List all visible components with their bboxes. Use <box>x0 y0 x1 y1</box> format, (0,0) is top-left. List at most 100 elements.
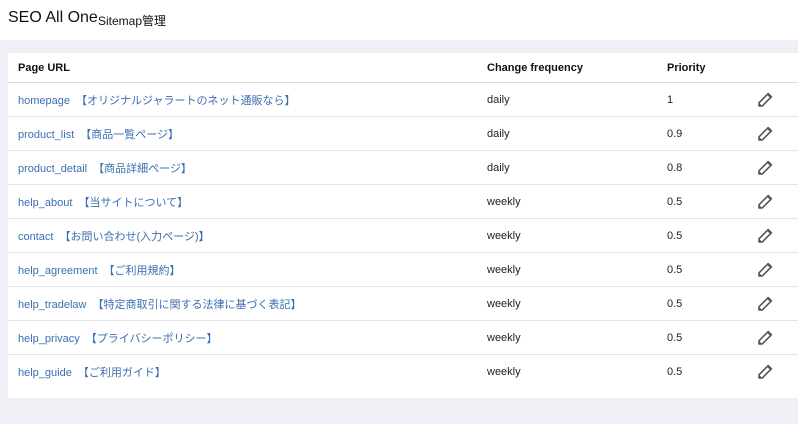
priority-cell: 0.5 <box>667 252 755 287</box>
page-url-cell: help_tradelaw 【特定商取引に関する法律に基づく表記】 <box>8 286 487 321</box>
page-url-cell: contact 【お問い合わせ(入力ページ)】 <box>8 218 487 253</box>
table-row: product_detail 【商品詳細ページ】 daily 0.8 <box>8 150 798 185</box>
pencil-icon <box>758 228 773 243</box>
table-row: help_guide 【ご利用ガイド】 weekly 0.5 <box>8 355 798 389</box>
app-title: SEO All One <box>8 9 98 26</box>
pencil-icon <box>758 262 773 277</box>
page-url-label: 【ご利用規約】 <box>103 264 181 277</box>
pencil-icon <box>758 194 773 209</box>
page-url-link[interactable]: help_privacy <box>18 333 80 345</box>
page-title: Sitemap管理 <box>98 14 167 28</box>
pencil-icon <box>758 296 773 311</box>
change-frequency-value: weekly <box>487 365 521 378</box>
priority-value: 0.9 <box>667 127 683 140</box>
pencil-icon <box>758 92 773 107</box>
change-frequency-cell: weekly <box>487 218 667 253</box>
edit-button[interactable] <box>757 364 773 380</box>
page-url-label: 【プライバシーポリシー】 <box>85 332 218 345</box>
change-frequency-cell: weekly <box>487 320 667 355</box>
table-body: homepage 【オリジナルジャラートのネット通販なら】 daily 1 pro… <box>8 82 798 389</box>
table-row: contact 【お問い合わせ(入力ページ)】 weekly 0.5 <box>8 218 798 253</box>
sitemap-card: Page URL Change frequency Priority homep… <box>8 53 798 398</box>
change-frequency-value: weekly <box>487 229 521 242</box>
pencil-icon <box>758 364 773 379</box>
actions-cell <box>755 150 798 185</box>
actions-cell <box>755 218 798 253</box>
pencil-icon <box>758 330 773 345</box>
change-frequency-cell: weekly <box>487 355 667 389</box>
priority-value: 0.5 <box>667 263 683 276</box>
table-row: homepage 【オリジナルジャラートのネット通販なら】 daily 1 <box>8 82 798 117</box>
edit-button[interactable] <box>757 228 773 244</box>
actions-cell <box>755 82 798 117</box>
page-url-link[interactable]: help_agreement <box>18 265 98 277</box>
page-url-cell: product_list 【商品一覧ページ】 <box>8 116 487 151</box>
priority-cell: 0.5 <box>667 355 755 389</box>
page-url-link[interactable]: help_guide <box>18 367 72 379</box>
page-url-cell: product_detail 【商品詳細ページ】 <box>8 150 487 185</box>
edit-button[interactable] <box>757 160 773 176</box>
edit-button[interactable] <box>757 262 773 278</box>
pencil-icon <box>758 126 773 141</box>
edit-button[interactable] <box>757 296 773 312</box>
table-row: help_agreement 【ご利用規約】 weekly 0.5 <box>8 252 798 287</box>
column-header-actions <box>755 53 798 83</box>
priority-cell: 0.5 <box>667 286 755 321</box>
page-url-link[interactable]: help_tradelaw <box>18 299 87 311</box>
top-header: SEO All One Sitemap管理 <box>0 0 798 40</box>
change-frequency-cell: daily <box>487 150 667 185</box>
table-row: help_about 【当サイトについて】 weekly 0.5 <box>8 184 798 219</box>
page-url-link[interactable]: homepage <box>18 95 70 107</box>
column-header-page-url: Page URL <box>8 53 487 83</box>
actions-cell <box>755 355 798 389</box>
actions-cell <box>755 286 798 321</box>
priority-value: 0.5 <box>667 195 683 208</box>
priority-cell: 0.5 <box>667 218 755 253</box>
edit-button[interactable] <box>757 330 773 346</box>
table-row: help_tradelaw 【特定商取引に関する法律に基づく表記】 weekly … <box>8 286 798 321</box>
change-frequency-cell: weekly <box>487 184 667 219</box>
page-url-cell: help_about 【当サイトについて】 <box>8 184 487 219</box>
priority-cell: 0.8 <box>667 150 755 185</box>
page-url-label: 【商品詳細ページ】 <box>93 162 192 175</box>
change-frequency-value: weekly <box>487 331 521 344</box>
table-row: help_privacy 【プライバシーポリシー】 weekly 0.5 <box>8 320 798 355</box>
priority-value: 0.5 <box>667 365 683 378</box>
priority-value: 0.5 <box>667 229 683 242</box>
priority-value: 1 <box>667 93 674 106</box>
change-frequency-value: daily <box>487 127 510 140</box>
page-url-link[interactable]: product_list <box>18 129 74 141</box>
change-frequency-cell: daily <box>487 82 667 117</box>
page-url-label: 【ご利用ガイド】 <box>77 366 166 379</box>
edit-button[interactable] <box>757 194 773 210</box>
table-header-row: Page URL Change frequency Priority <box>8 53 798 83</box>
page-url-cell: help_agreement 【ご利用規約】 <box>8 252 487 287</box>
page-url-label: 【お問い合わせ(入力ページ)】 <box>59 230 210 243</box>
priority-value: 0.5 <box>667 331 683 344</box>
actions-cell <box>755 252 798 287</box>
change-frequency-cell: weekly <box>487 286 667 321</box>
priority-cell: 1 <box>667 82 755 117</box>
actions-cell <box>755 320 798 355</box>
change-frequency-value: daily <box>487 161 510 174</box>
priority-value: 0.8 <box>667 161 683 174</box>
actions-cell <box>755 116 798 151</box>
change-frequency-cell: weekly <box>487 252 667 287</box>
page-url-label: 【特定商取引に関する法律に基づく表記】 <box>92 298 302 311</box>
page-url-link[interactable]: contact <box>18 231 53 243</box>
table-row: product_list 【商品一覧ページ】 daily 0.9 <box>8 116 798 151</box>
edit-button[interactable] <box>757 92 773 108</box>
column-header-change-frequency: Change frequency <box>487 53 667 83</box>
change-frequency-cell: daily <box>487 116 667 151</box>
edit-button[interactable] <box>757 126 773 142</box>
page-url-label: 【当サイトについて】 <box>78 196 189 209</box>
priority-cell: 0.9 <box>667 116 755 151</box>
page-url-cell: help_guide 【ご利用ガイド】 <box>8 355 487 389</box>
page-url-link[interactable]: product_detail <box>18 163 87 175</box>
column-header-priority: Priority <box>667 53 755 83</box>
priority-cell: 0.5 <box>667 184 755 219</box>
page-url-cell: help_privacy 【プライバシーポリシー】 <box>8 320 487 355</box>
page-url-label: 【商品一覧ページ】 <box>80 128 180 141</box>
page-url-cell: homepage 【オリジナルジャラートのネット通販なら】 <box>8 82 487 117</box>
page-url-link[interactable]: help_about <box>18 197 72 209</box>
